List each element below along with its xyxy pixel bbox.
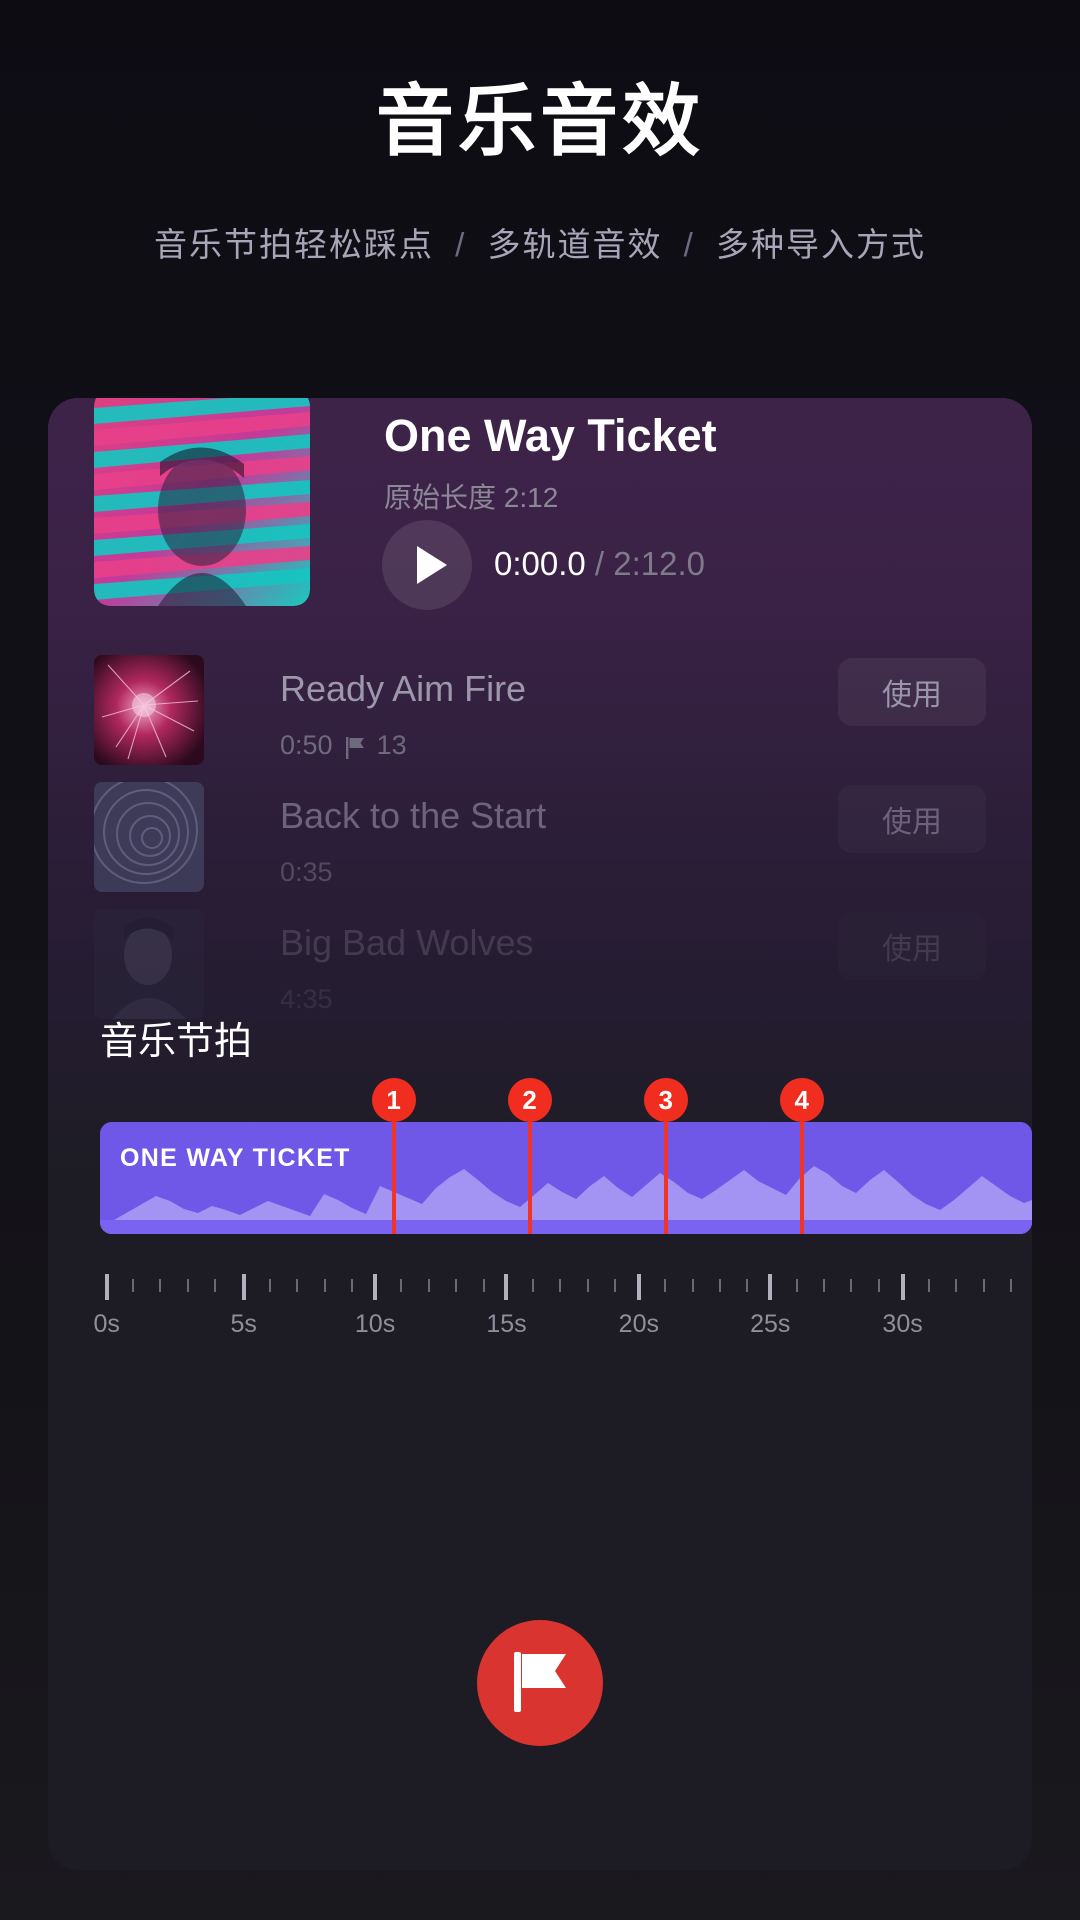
play-triangle-icon — [416, 546, 447, 584]
ruler-tick-major — [900, 1274, 905, 1300]
ruler-tick-minor — [877, 1279, 880, 1292]
beat-marker-stem — [663, 1118, 668, 1234]
beat-marker-pin[interactable]: 3 — [643, 1078, 688, 1122]
now-playing-title: One Way Ticket — [384, 410, 717, 461]
album-art-plasma-icon — [94, 655, 204, 765]
time-ruler: 0s 5s 10s 15s 20s 25s 30s — [93, 1274, 1032, 1354]
ruler-tick-minor — [296, 1279, 299, 1292]
ruler-tick-minor — [400, 1279, 403, 1292]
track-name: Back to the Start — [280, 795, 547, 836]
track-meta: 4:35 — [280, 984, 333, 1015]
ruler-tick-minor — [746, 1279, 749, 1292]
ruler-tick-minor — [323, 1279, 326, 1292]
flag-icon — [510, 1650, 570, 1717]
ruler-tick-label: 20s — [618, 1310, 659, 1338]
track-list: Ready Aim Fire 0:50 13 使用 Back to the St… — [94, 646, 986, 1027]
album-art-portrait-neon-icon — [94, 398, 310, 606]
ruler-tick-minor — [795, 1279, 798, 1292]
ruler-tick-minor — [982, 1279, 985, 1292]
ruler-tick-minor — [850, 1279, 853, 1292]
album-art-portrait-dark-icon — [94, 909, 204, 1019]
track-row[interactable]: Back to the Start 0:35 使用 — [94, 773, 986, 900]
ruler-tick-minor — [159, 1279, 162, 1292]
page-header: 音乐音效 音乐节拍轻松踩点 / 多轨道音效 / 多种导入方式 — [0, 0, 1080, 266]
ruler-tick-major — [768, 1274, 773, 1300]
ruler-tick-label: 10s — [354, 1310, 396, 1338]
ruler-tick-minor — [214, 1279, 217, 1292]
ruler-tick-major — [241, 1274, 246, 1300]
page-title: 音乐音效 — [375, 77, 704, 165]
ruler-tick-minor — [482, 1279, 485, 1292]
flag-icon — [345, 735, 365, 759]
ruler-tick-label: 15s — [486, 1310, 527, 1338]
ruler-tick-major — [504, 1274, 509, 1300]
track-beat-count: 13 — [376, 730, 407, 760]
track-duration: 0:50 — [280, 730, 333, 760]
beat-marker-pin[interactable]: 4 — [779, 1078, 824, 1122]
ruler-tick-minor — [186, 1279, 189, 1292]
waveform-clip: ONE WAY TICKET — [100, 1122, 1032, 1234]
ruler-tick-label: 0s — [93, 1310, 120, 1338]
now-playing-original-length: 原始长度 2:12 — [384, 482, 559, 513]
ruler-tick-label: 25s — [750, 1310, 791, 1338]
ruler-tick-minor — [823, 1279, 826, 1292]
current-time: 0:00.0 — [494, 545, 586, 582]
album-art-swirl-icon — [94, 782, 204, 892]
subtitle-part-2: 多轨道音效 — [487, 226, 663, 263]
playback-time: 0:00.0 / 2:12.0 — [494, 545, 705, 583]
waveform-label: ONE WAY TICKET — [120, 1144, 351, 1172]
beat-marker-pin[interactable]: 1 — [371, 1078, 416, 1122]
track-duration: 0:35 — [280, 857, 333, 887]
ruler-tick-minor — [269, 1279, 272, 1292]
use-button[interactable]: 使用 — [838, 912, 986, 980]
music-panel-card: One Way Ticket 原始长度 2:12 0:00.0 / 2:12.0 — [48, 398, 1032, 1870]
track-meta: 0:50 13 — [280, 730, 407, 761]
use-button[interactable]: 使用 — [838, 785, 986, 853]
ruler-tick-label: 30s — [882, 1310, 923, 1338]
ruler-tick-minor — [927, 1279, 930, 1292]
ruler-tick-major — [104, 1274, 109, 1300]
track-row[interactable]: Ready Aim Fire 0:50 13 使用 — [94, 646, 986, 773]
ruler-tick-minor — [531, 1279, 534, 1292]
subtitle-part-3: 多种导入方式 — [716, 226, 927, 263]
ruler-tick-minor — [1010, 1279, 1013, 1292]
beat-section-heading: 音乐节拍 — [100, 1021, 253, 1063]
track-name: Big Bad Wolves — [280, 922, 534, 963]
track-meta: 0:35 — [280, 857, 333, 888]
ruler-tick-major — [373, 1274, 378, 1300]
ruler-tick-minor — [351, 1279, 354, 1292]
ruler-tick-minor — [719, 1279, 722, 1292]
ruler-tick-minor — [427, 1279, 430, 1292]
use-button[interactable]: 使用 — [838, 658, 986, 726]
ruler-tick-minor — [132, 1279, 135, 1292]
waveform-baseline — [100, 1220, 1032, 1234]
beat-marker-stem — [391, 1118, 396, 1234]
waveform-graph — [100, 1122, 1032, 1234]
beat-marker-pin[interactable]: 2 — [507, 1078, 552, 1122]
waveform-track[interactable]: ONE WAY TICKET 1 2 3 4 — [100, 1078, 1032, 1234]
add-beat-marker-button[interactable] — [477, 1620, 603, 1746]
app-screen: 音乐音效 音乐节拍轻松踩点 / 多轨道音效 / 多种导入方式 One Way T… — [0, 0, 1080, 1920]
page-subtitle: 音乐节拍轻松踩点 / 多轨道音效 / 多种导入方式 — [0, 218, 1080, 266]
subtitle-separator-1: / — [455, 226, 467, 263]
ruler-tick-minor — [455, 1279, 458, 1292]
ruler-tick-label: 5s — [230, 1310, 257, 1338]
ruler-tick-minor — [691, 1279, 694, 1292]
subtitle-separator-2: / — [683, 226, 695, 263]
ruler-tick-minor — [586, 1279, 589, 1292]
track-name: Ready Aim Fire — [280, 668, 527, 709]
track-row[interactable]: Big Bad Wolves 4:35 使用 — [94, 900, 986, 1027]
ruler-tick-major — [636, 1274, 641, 1300]
ruler-tick-minor — [664, 1279, 667, 1292]
beat-marker-stem — [527, 1118, 532, 1234]
subtitle-part-1: 音乐节拍轻松踩点 — [153, 226, 434, 263]
track-duration: 4:35 — [280, 984, 333, 1014]
ruler-tick-minor — [955, 1279, 958, 1292]
total-time: 2:12.0 — [613, 545, 706, 582]
time-separator: / — [594, 545, 605, 582]
beat-marker-stem — [799, 1118, 804, 1234]
play-button[interactable] — [382, 520, 472, 610]
ruler-tick-minor — [559, 1279, 562, 1292]
ruler-tick-minor — [614, 1279, 617, 1292]
